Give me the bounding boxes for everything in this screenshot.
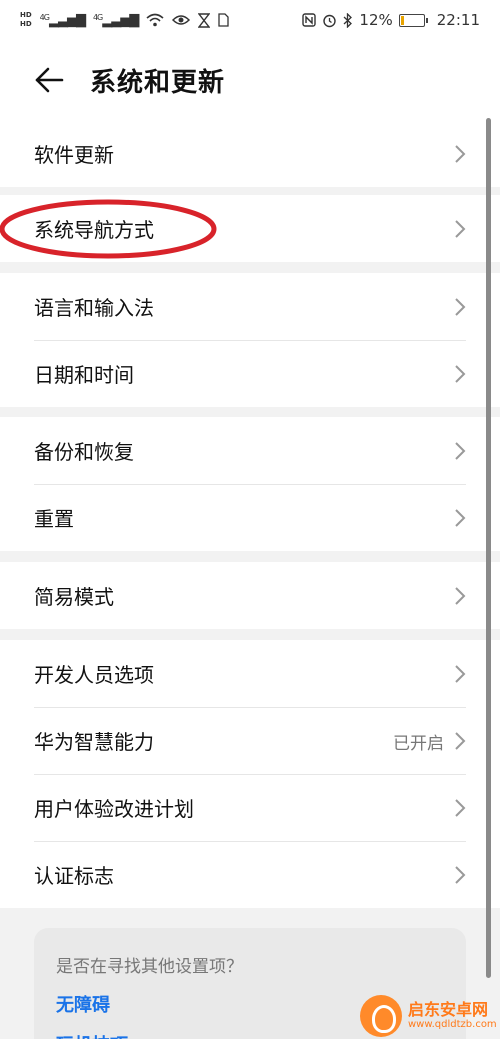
setting-label: 开发人员选项 [34, 663, 154, 687]
bluetooth-icon [343, 12, 353, 28]
setting-system-navigation[interactable]: 系统导航方式 [0, 195, 500, 262]
sim-icon [218, 13, 229, 27]
battery-percent: 12% [359, 11, 393, 29]
group-simple-mode: 简易模式 [0, 562, 500, 629]
page-title: 系统和更新 [90, 68, 226, 98]
chevron-right-icon [455, 732, 466, 750]
chevron-right-icon [455, 442, 466, 460]
chevron-right-icon [455, 665, 466, 683]
watermark-text: 启东安卓网 www.qdldtzb.com [408, 1001, 497, 1030]
watermark-name: 启东安卓网 [408, 1000, 489, 1020]
hourglass-icon [198, 12, 211, 28]
setting-language-input[interactable]: 语言和输入法 [0, 273, 500, 340]
watermark: 启东安卓网 www.qdldtzb.com [360, 992, 500, 1039]
eye-icon [172, 15, 191, 25]
setting-user-experience[interactable]: 用户体验改进计划 [0, 774, 500, 841]
group-language-date: 语言和输入法 日期和时间 [0, 273, 500, 407]
signal-icon-2: 4G▂▃▅▇ [92, 12, 139, 28]
chevron-right-icon [455, 799, 466, 817]
nfc-icon [302, 13, 317, 27]
setting-software-update[interactable]: 软件更新 [0, 120, 500, 187]
setting-developer-options[interactable]: 开发人员选项 [0, 640, 500, 707]
setting-label: 简易模式 [34, 585, 114, 609]
scrollbar[interactable] [486, 118, 491, 978]
suggestion-question: 是否在寻找其他设置项？ [56, 957, 243, 977]
chevron-right-icon [455, 220, 466, 238]
watermark-logo-icon [360, 994, 402, 1037]
battery-icon [398, 13, 428, 27]
group-backup-reset: 备份和恢复 重置 [0, 417, 500, 551]
setting-label: 认证标志 [34, 864, 114, 888]
setting-simple-mode[interactable]: 简易模式 [0, 562, 500, 629]
setting-label: 日期和时间 [34, 363, 134, 387]
chevron-right-icon [455, 866, 466, 884]
setting-backup-restore[interactable]: 备份和恢复 [0, 417, 500, 484]
clock: 22:11 [436, 11, 480, 29]
alarm-icon [323, 14, 337, 27]
setting-label: 用户体验改进计划 [34, 797, 194, 821]
wifi-icon [146, 13, 164, 27]
watermark-url: www.qdldtzb.com [408, 1018, 497, 1030]
group-software-update: 软件更新 [0, 120, 500, 187]
title-bar: 系统和更新 [0, 40, 500, 120]
chevron-right-icon [455, 509, 466, 527]
net-label-1: 4G [39, 12, 50, 22]
setting-label: 软件更新 [34, 143, 114, 167]
hd-icon: HD HD [20, 11, 32, 29]
setting-label: 语言和输入法 [34, 296, 154, 320]
setting-label: 华为智慧能力 [34, 730, 154, 754]
back-arrow-icon[interactable] [34, 66, 64, 94]
setting-date-time[interactable]: 日期和时间 [0, 340, 500, 407]
group-developer: 开发人员选项 华为智慧能力 已开启 用户体验改进计划 认证标志 [0, 640, 500, 908]
setting-certification-logos[interactable]: 认证标志 [0, 841, 500, 908]
status-right: 12% 22:11 [302, 11, 480, 29]
setting-label: 系统导航方式 [34, 218, 154, 242]
chevron-right-icon [455, 145, 466, 163]
chevron-right-icon [455, 365, 466, 383]
hd-label-1: HD [20, 11, 32, 19]
setting-label: 重置 [34, 507, 74, 531]
status-bar: HD HD 4G▂▃▅▇ 4G▂▃▅▇ 12% 22:11 [0, 0, 500, 40]
hd-label-2: HD [20, 20, 32, 28]
status-left: HD HD 4G▂▃▅▇ 4G▂▃▅▇ [20, 11, 229, 29]
setting-label: 备份和恢复 [34, 440, 134, 464]
group-navigation: 系统导航方式 [0, 195, 500, 262]
setting-huawei-intelligence[interactable]: 华为智慧能力 已开启 [0, 707, 500, 774]
setting-value: 已开启 [393, 734, 444, 754]
setting-reset[interactable]: 重置 [0, 484, 500, 551]
signal-icon: 4G▂▃▅▇ [39, 12, 86, 28]
net-label-2: 4G [92, 12, 103, 22]
chevron-right-icon [455, 298, 466, 316]
battery-level [400, 15, 404, 25]
chevron-right-icon [455, 587, 466, 605]
